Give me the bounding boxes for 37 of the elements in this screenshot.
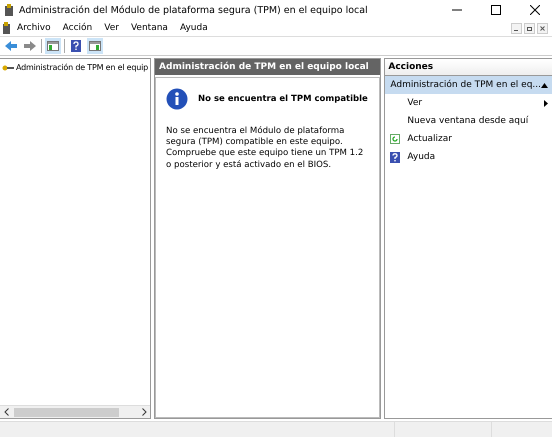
pane-header: Administración de TPM en el equipo local — [155, 59, 380, 75]
help-button[interactable] — [68, 38, 84, 54]
action-item[interactable]: Ver — [385, 94, 552, 112]
tree-item[interactable]: Administración de TPM en el equip — [2, 62, 148, 73]
close-button[interactable] — [537, 22, 548, 34]
info-icon — [166, 88, 188, 110]
forward-button[interactable] — [22, 38, 38, 54]
back-button[interactable] — [3, 38, 19, 54]
refresh-icon — [390, 134, 400, 144]
close-icon[interactable] — [530, 5, 540, 15]
menu-item[interactable]: Ayuda — [174, 23, 214, 33]
collapse-icon — [541, 82, 548, 88]
actions-header: Acciones — [385, 59, 552, 76]
show-hide-actions-button[interactable] — [87, 38, 103, 54]
action-item[interactable]: Nueva ventana desde aquí — [385, 112, 552, 130]
key-icon — [2, 64, 14, 72]
action-item[interactable]: Ayuda — [385, 148, 552, 166]
action-group-header[interactable]: Administración de TPM en el eq... — [385, 76, 552, 94]
restore-button[interactable] — [524, 22, 535, 34]
horizontal-scrollbar[interactable] — [0, 405, 150, 418]
message-title: No se encuentra el TPM compatible — [198, 94, 368, 104]
help-icon — [390, 152, 400, 162]
action-item[interactable]: Actualizar — [385, 130, 552, 148]
menu-item[interactable]: Acción — [56, 23, 98, 33]
minimize-button[interactable] — [511, 22, 522, 34]
window-title: Administración del Módulo de plataforma segura (TPM) en el equipo local — [19, 4, 369, 16]
menu-item[interactable]: Ver — [98, 23, 125, 33]
submenu-arrow-icon — [544, 100, 548, 106]
maximize-icon[interactable] — [491, 5, 501, 15]
app-icon — [4, 4, 14, 16]
show-hide-tree-button[interactable] — [45, 38, 61, 54]
menu-item[interactable]: Archivo — [11, 23, 57, 33]
app-icon[interactable] — [2, 22, 11, 34]
scroll-left-icon[interactable] — [4, 408, 8, 416]
scroll-right-icon[interactable] — [142, 408, 147, 416]
menu-item[interactable]: Ventana — [124, 23, 174, 33]
message-text: No se encuentra el Módulo de plataforma segura (TPM) compatible en este equipo. Compruebe que este equipo tiene un TPM 1.2 o posterior y está activado en el BIOS. — [166, 126, 364, 171]
